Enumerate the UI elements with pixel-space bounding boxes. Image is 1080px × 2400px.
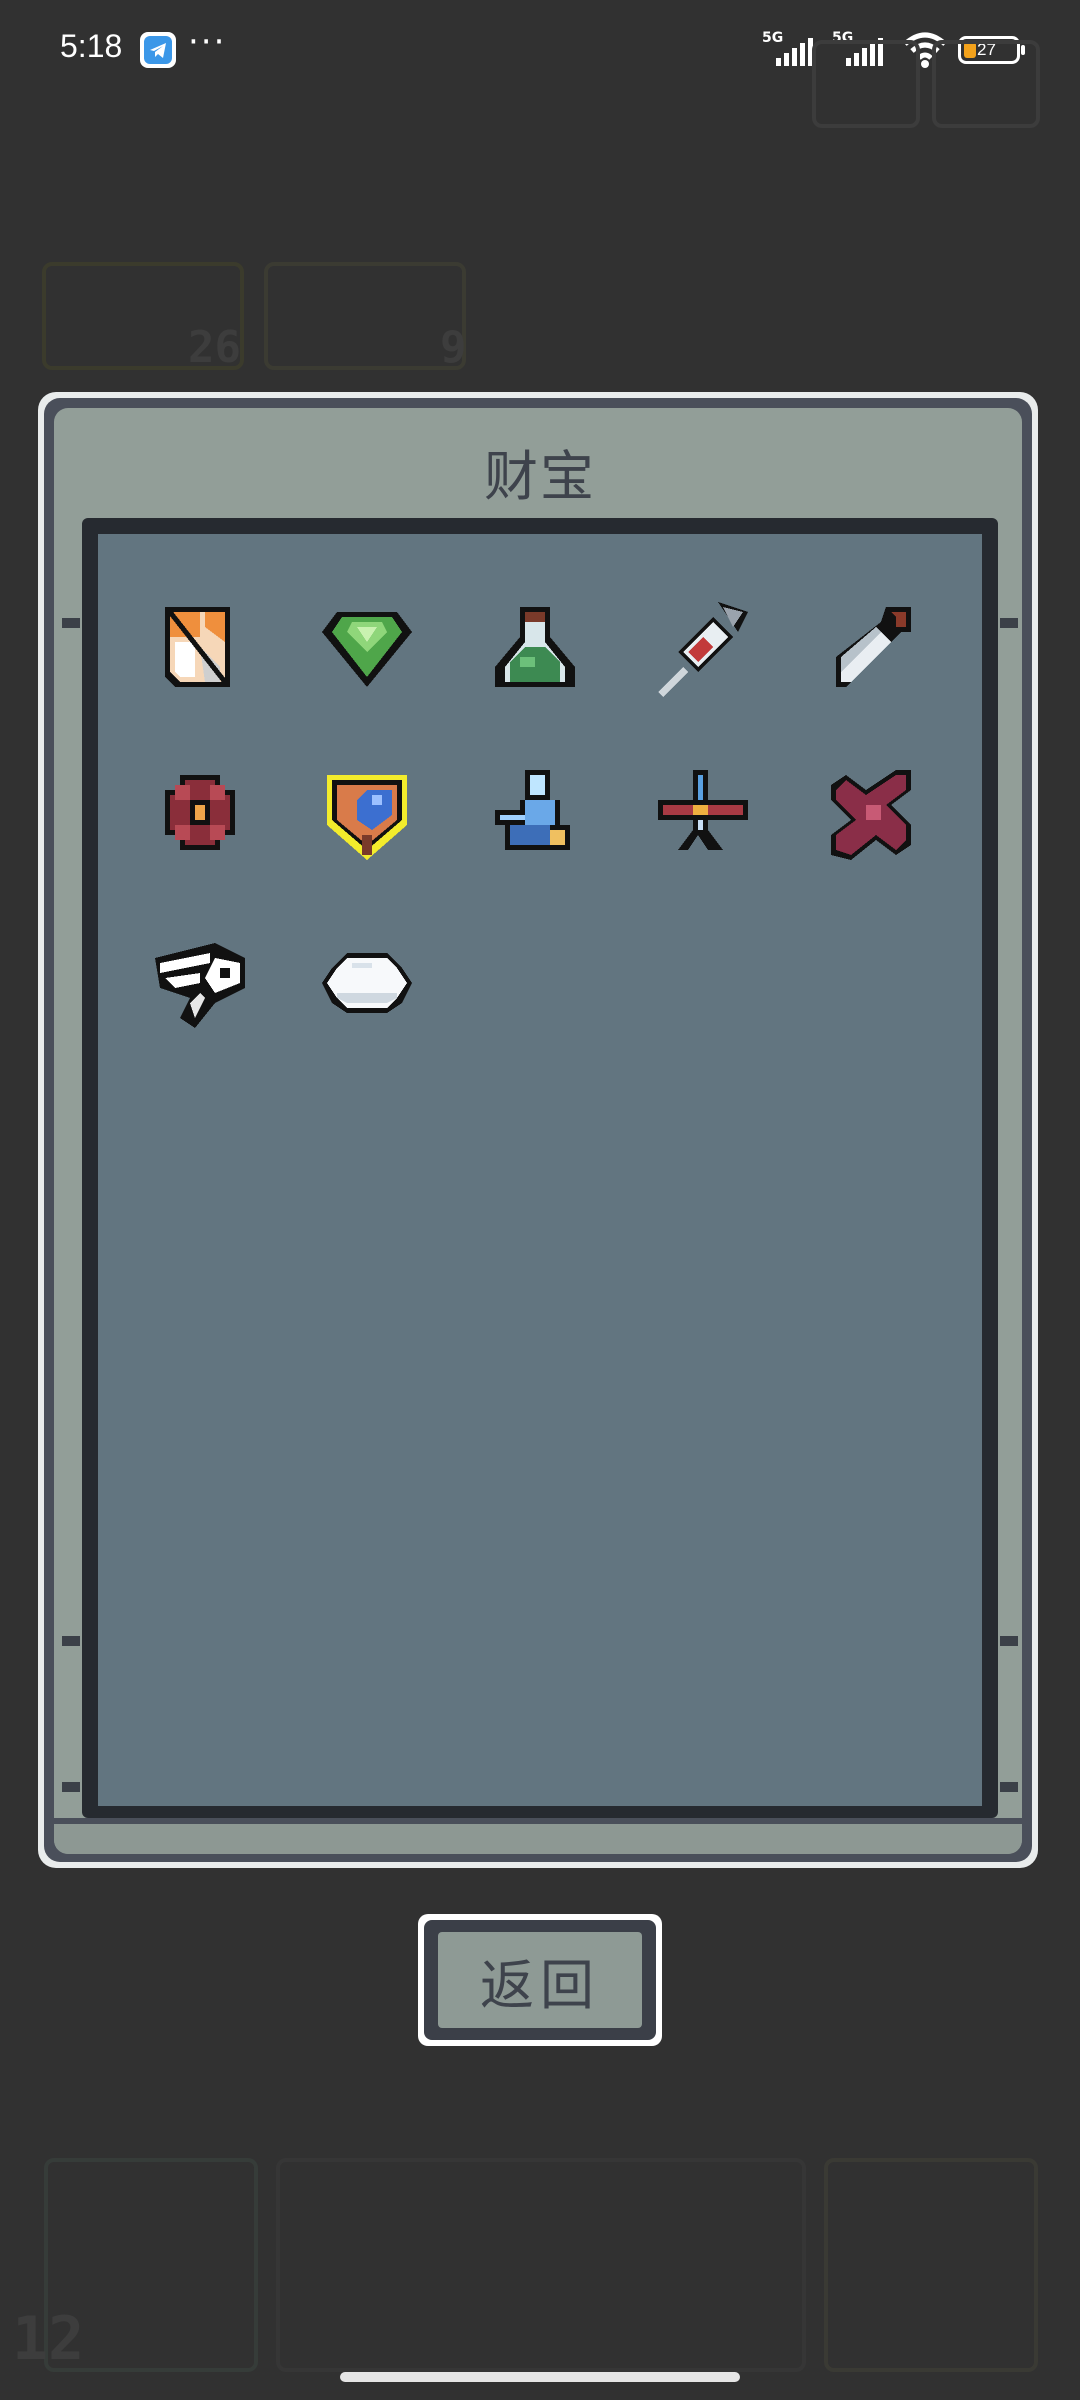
bg-counter-mid: 9 bbox=[440, 322, 467, 373]
frame-notch bbox=[62, 1636, 80, 1646]
back-button-label: 返回 bbox=[480, 1953, 600, 2017]
syringe-icon[interactable] bbox=[648, 592, 758, 702]
bg-bottom-mid bbox=[276, 2158, 806, 2372]
potion-flask-icon[interactable] bbox=[480, 592, 590, 702]
shield-orb-icon[interactable] bbox=[312, 760, 422, 870]
bg-button-top-2 bbox=[932, 40, 1040, 128]
bg-button-top-1 bbox=[812, 40, 920, 128]
frame-notch bbox=[62, 618, 80, 628]
blue-figure-icon[interactable] bbox=[480, 760, 590, 870]
green-gem-icon[interactable] bbox=[312, 592, 422, 702]
dialog-title: 财宝 bbox=[484, 445, 596, 508]
status-time: 5:18 bbox=[60, 28, 123, 64]
more-notifications-icon: ··· bbox=[188, 22, 227, 62]
dialog-bottom-band bbox=[54, 1818, 1022, 1854]
dagger-icon[interactable] bbox=[816, 592, 926, 702]
home-indicator[interactable] bbox=[340, 2372, 740, 2382]
scroll-icon[interactable] bbox=[145, 592, 255, 702]
back-button[interactable]: 返回 bbox=[438, 1932, 642, 2028]
white-egg-icon[interactable] bbox=[312, 928, 422, 1038]
frame-notch bbox=[1000, 618, 1018, 628]
red-ribbon-icon[interactable] bbox=[816, 760, 926, 870]
bg-counter-left: 26 bbox=[188, 322, 241, 373]
telegram-icon bbox=[140, 32, 176, 68]
winged-eye-icon[interactable] bbox=[145, 928, 255, 1038]
bg-bottom-right bbox=[824, 2158, 1038, 2372]
red-flower-icon[interactable] bbox=[145, 760, 255, 870]
frame-notch bbox=[62, 1782, 80, 1792]
frame-notch bbox=[1000, 1782, 1018, 1792]
bg-counter-bottom: 12 bbox=[12, 2304, 85, 2374]
crossbow-icon[interactable] bbox=[648, 760, 758, 870]
frame-notch bbox=[1000, 1636, 1018, 1646]
item-grid bbox=[98, 534, 982, 1806]
bg-card-mid bbox=[264, 262, 466, 370]
